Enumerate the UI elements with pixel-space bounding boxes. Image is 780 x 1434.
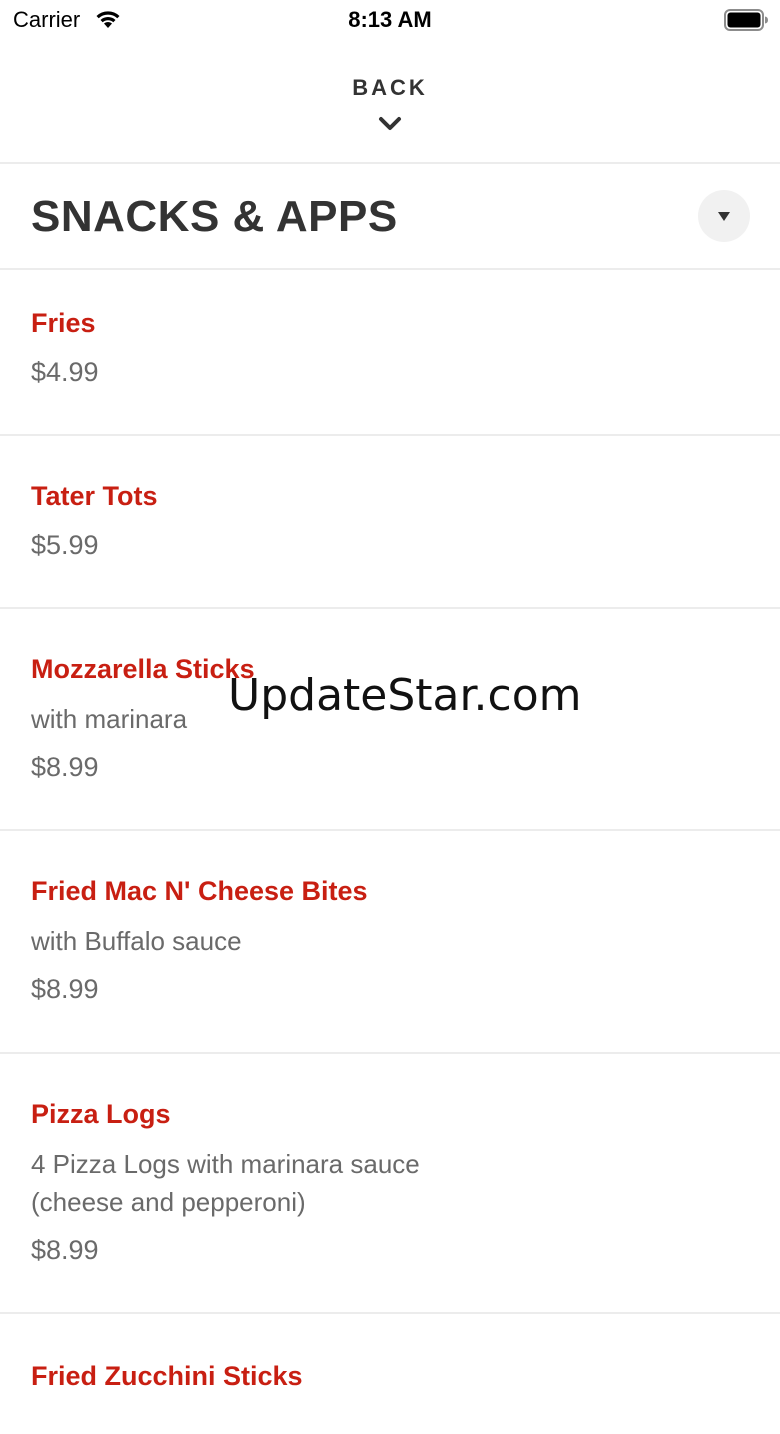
item-description-line: (cheese and pepperoni) xyxy=(31,1187,306,1217)
back-button[interactable]: BACK xyxy=(0,40,780,164)
item-name: Fries xyxy=(31,308,96,338)
chevron-down-icon xyxy=(378,116,402,137)
item-price: $5.99 xyxy=(31,530,99,560)
menu-item[interactable]: Tater Tots $5.99 xyxy=(0,436,780,609)
item-name: Fried Zucchini Sticks xyxy=(31,1361,303,1391)
item-description: with Buffalo sauce xyxy=(31,926,242,956)
battery-icon xyxy=(724,9,770,36)
item-description-line: 4 Pizza Logs with marinara sauce xyxy=(31,1149,420,1179)
menu-list: Fries $4.99 Tater Tots $5.99 Mozzarella … xyxy=(0,270,780,1434)
item-price: $8.99 xyxy=(31,1235,99,1265)
clock: 8:13 AM xyxy=(348,7,432,32)
watermark: UpdateStar.com xyxy=(228,670,582,721)
item-price: $8.99 xyxy=(31,752,99,782)
item-name: Fried Mac N' Cheese Bites xyxy=(31,876,368,906)
menu-item[interactable]: Pizza Logs 4 Pizza Logs with marinara sa… xyxy=(0,1054,780,1314)
section-dropdown-button[interactable] xyxy=(698,190,750,242)
item-description: with marinara xyxy=(31,704,188,734)
item-name: Tater Tots xyxy=(31,481,158,511)
menu-item[interactable]: Fried Mac N' Cheese Bites with Buffalo s… xyxy=(0,831,780,1054)
item-price: $4.99 xyxy=(31,357,99,387)
item-name: Mozzarella Sticks xyxy=(31,654,255,684)
section-header: SNACKS & APPS xyxy=(0,164,780,270)
item-price: $8.99 xyxy=(31,974,99,1004)
caret-down-icon xyxy=(718,212,730,221)
menu-item[interactable]: Fried Zucchini Sticks xyxy=(0,1314,780,1434)
item-name: Pizza Logs xyxy=(31,1099,171,1129)
back-label: BACK xyxy=(352,75,428,100)
status-bar: Carrier 8:13 AM xyxy=(0,0,780,40)
menu-item[interactable]: Fries $4.99 xyxy=(0,270,780,436)
section-title: SNACKS & APPS xyxy=(31,192,398,241)
